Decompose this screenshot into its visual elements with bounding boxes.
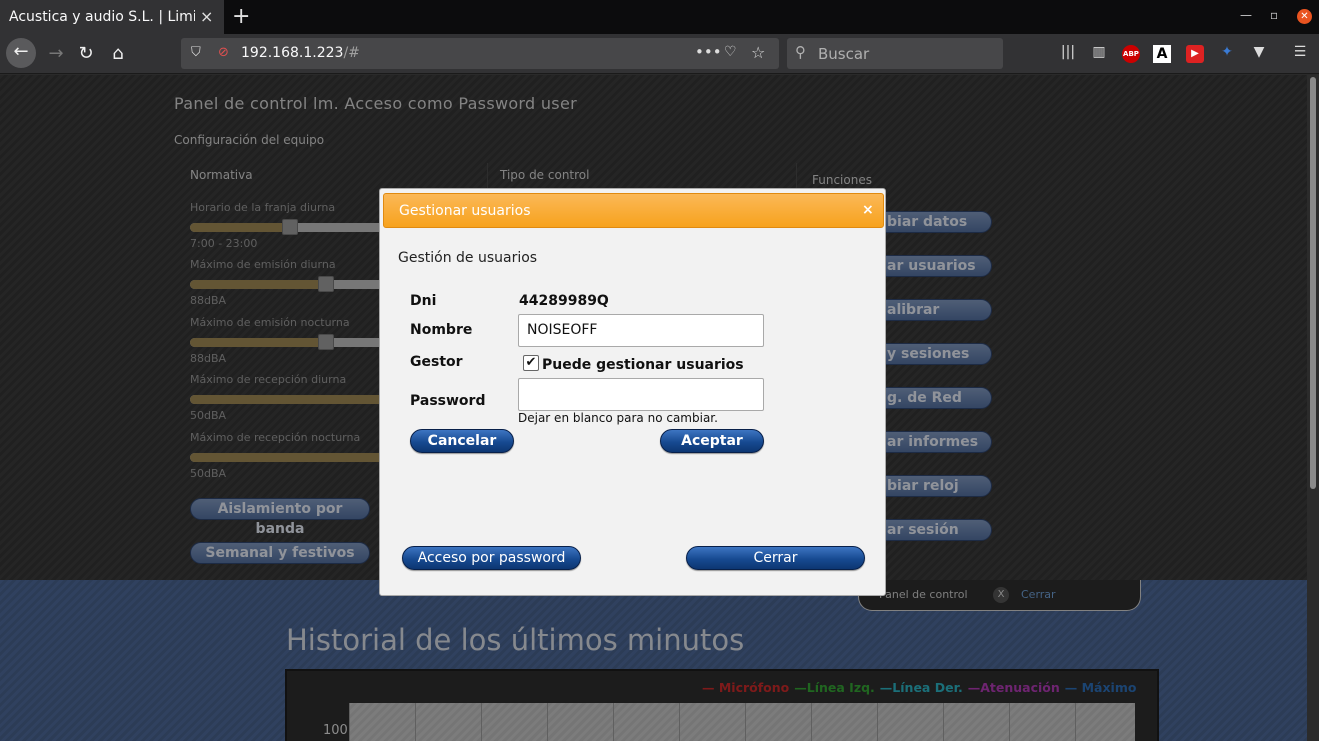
tab-bar: Acustica y audio S.L. | Limitador × + — … bbox=[0, 0, 1319, 34]
tab-title: Acustica y audio S.L. | Limitador bbox=[9, 9, 195, 25]
dialog-header: Gestionar usuarios × bbox=[383, 193, 884, 228]
extension-v-icon[interactable]: ▼ bbox=[1249, 44, 1269, 60]
accept-button[interactable]: Aceptar bbox=[660, 429, 764, 453]
url-bar[interactable]: ⛉ ⊘ 192.168.1.223/# ••• ♡ ☆ bbox=[181, 38, 779, 69]
access-password-button[interactable]: Acceso por password bbox=[402, 546, 581, 570]
url-text[interactable]: 192.168.1.223/# bbox=[241, 45, 360, 61]
page-actions-icon[interactable]: ••• bbox=[695, 43, 722, 61]
search-placeholder: Buscar bbox=[818, 45, 870, 63]
browser-tab[interactable]: Acustica y audio S.L. | Limitador × bbox=[0, 0, 224, 34]
insecure-lock-icon[interactable]: ⊘ bbox=[218, 45, 229, 60]
shield-icon[interactable]: ⛉ bbox=[191, 45, 201, 60]
dni-label: Dni bbox=[410, 293, 437, 309]
pocket-icon[interactable]: ♡ bbox=[724, 44, 737, 60]
adblock-icon[interactable]: ABP bbox=[1122, 45, 1140, 63]
manage-users-dialog: Gestionar usuarios × Gestión de usuarios… bbox=[379, 188, 886, 596]
gestor-label: Gestor bbox=[410, 354, 463, 370]
new-tab-icon[interactable]: + bbox=[232, 4, 250, 29]
password-label: Password bbox=[410, 393, 486, 409]
cancel-button[interactable]: Cancelar bbox=[410, 429, 514, 453]
extension-red-icon[interactable]: ▶ bbox=[1186, 45, 1204, 63]
search-icon: ⚲ bbox=[795, 43, 806, 61]
navigation-bar: ← → ↻ ⌂ ⛉ ⊘ 192.168.1.223/# ••• ♡ ☆ ⚲ Bu… bbox=[0, 34, 1319, 74]
dni-value: 44289989Q bbox=[519, 293, 609, 309]
bookmark-star-icon[interactable]: ☆ bbox=[751, 43, 765, 62]
search-bar[interactable]: ⚲ Buscar bbox=[787, 38, 1003, 69]
page-scrollbar[interactable] bbox=[1307, 75, 1319, 741]
menu-icon[interactable]: ☰ bbox=[1290, 44, 1310, 60]
tab-close-icon[interactable]: × bbox=[200, 7, 213, 26]
close-icon[interactable]: × bbox=[862, 202, 874, 218]
dialog-subtitle: Gestión de usuarios bbox=[398, 250, 538, 266]
scroll-thumb[interactable] bbox=[1310, 77, 1316, 489]
gestor-option-label[interactable]: Puede gestionar usuarios bbox=[542, 357, 744, 373]
sidebar-icon[interactable]: ▥ bbox=[1089, 44, 1109, 60]
password-input[interactable] bbox=[518, 378, 764, 411]
url-path: /# bbox=[343, 45, 360, 61]
forward-icon[interactable]: → bbox=[42, 40, 70, 68]
home-icon[interactable]: ⌂ bbox=[104, 40, 132, 68]
nombre-input[interactable]: NOISEOFF bbox=[518, 314, 764, 347]
dialog-title: Gestionar usuarios bbox=[399, 203, 531, 219]
extension-a-icon[interactable]: A bbox=[1153, 45, 1171, 63]
url-host: 192.168.1.223 bbox=[241, 45, 344, 61]
library-icon[interactable]: ||| bbox=[1058, 44, 1078, 60]
back-icon[interactable]: ← bbox=[6, 38, 36, 68]
minimize-icon[interactable]: — bbox=[1240, 8, 1252, 22]
password-hint: Dejar en blanco para no cambiar. bbox=[518, 411, 718, 425]
reload-icon[interactable]: ↻ bbox=[72, 40, 100, 68]
restore-icon[interactable]: ▫ bbox=[1270, 8, 1278, 22]
close-dialog-button[interactable]: Cerrar bbox=[686, 546, 865, 570]
extension-blue-icon[interactable]: ✦ bbox=[1217, 44, 1237, 60]
gestor-checkbox[interactable]: ✔ bbox=[523, 355, 539, 371]
nombre-label: Nombre bbox=[410, 322, 473, 338]
window-close-icon[interactable]: ✕ bbox=[1297, 9, 1312, 24]
